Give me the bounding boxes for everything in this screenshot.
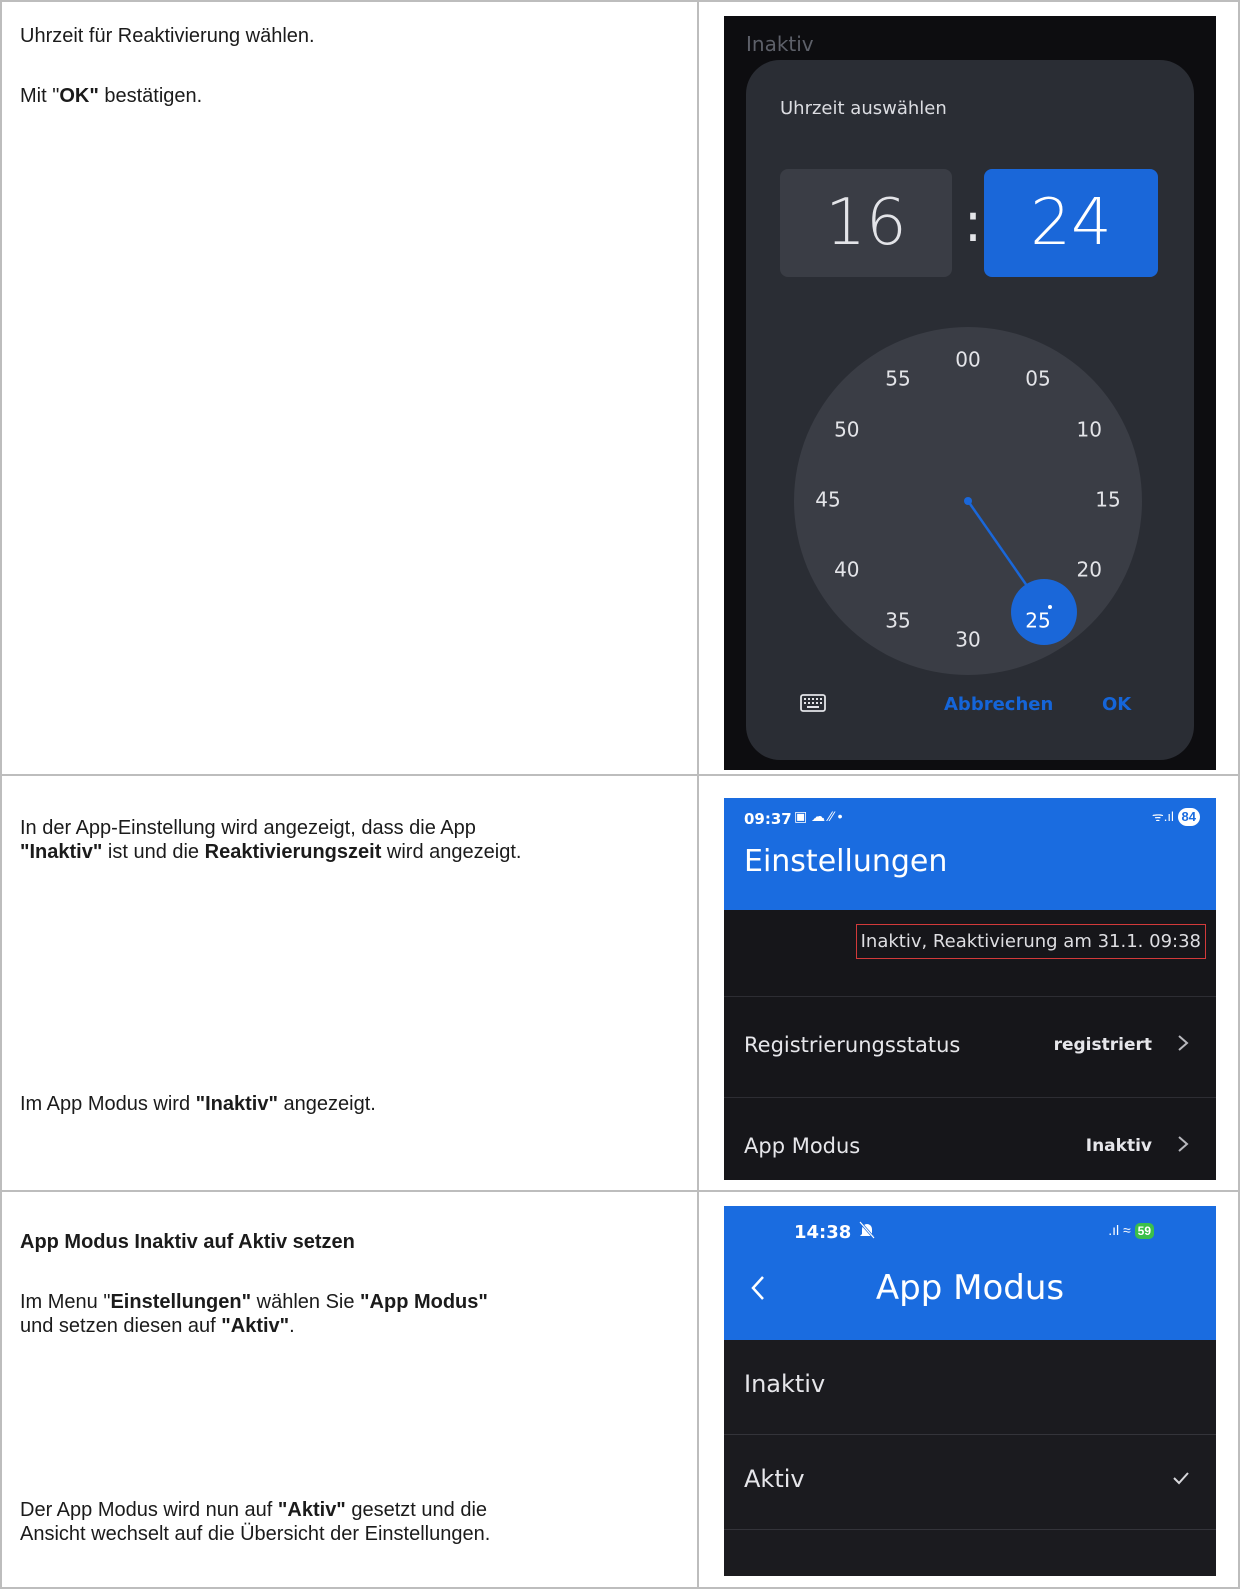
minute-field[interactable]: 24 xyxy=(984,169,1158,277)
clock-label-55[interactable]: 55 xyxy=(885,366,910,390)
option-label: Aktiv xyxy=(744,1465,805,1493)
clock-label-05[interactable]: 05 xyxy=(1025,366,1050,390)
clock-label-35[interactable]: 35 xyxy=(885,609,910,633)
signal-icon: .ıl ≈ xyxy=(1108,1222,1131,1238)
cancel-button[interactable]: Abbrechen xyxy=(944,694,1053,715)
settings-item-value: Inaktiv xyxy=(1085,1136,1152,1156)
table-border xyxy=(0,774,1240,776)
instruction-text: In der App-Einstellung wird angezeigt, d… xyxy=(20,817,476,839)
battery-badge: 84 xyxy=(1177,808,1200,826)
status-time: 14:38 xyxy=(794,1222,852,1243)
checkmark-icon xyxy=(1173,1472,1189,1485)
instruction-text: Ansicht wechselt auf die Übersicht der E… xyxy=(20,1523,491,1545)
dialog-title: Uhrzeit auswählen xyxy=(780,98,947,119)
status-right: .ıl ≈ 59 xyxy=(1108,1222,1154,1239)
bell-muted-icon xyxy=(859,1221,875,1239)
chevron-right-icon xyxy=(1178,1136,1189,1152)
page-title: App Modus xyxy=(875,1268,1065,1308)
app-header: 14:38 .ıl ≈ 59 App Modus xyxy=(724,1206,1216,1340)
chevron-right-icon xyxy=(1178,1035,1189,1051)
clock-label-45[interactable]: 45 xyxy=(815,488,840,512)
keyboard-icon[interactable] xyxy=(800,694,826,712)
clock-label-30[interactable]: 30 xyxy=(955,628,980,652)
clock-label-00[interactable]: 00 xyxy=(955,348,980,372)
screenshot-time-picker: Inaktiv Uhrzeit auswählen 16 : 24 00 05 10… xyxy=(724,16,1216,770)
option-inaktiv[interactable]: Inaktiv xyxy=(724,1340,1216,1435)
instruction-text: "Inaktiv" ist und die Reaktivierungszeit… xyxy=(20,841,522,863)
settings-item-app-mode[interactable]: App Modus Inaktiv xyxy=(724,1098,1216,1180)
table-border xyxy=(0,0,1240,2)
instruction-text: Im App Modus wird "Inaktiv" angezeigt. xyxy=(20,1093,376,1115)
instruction-text: Mit "OK" bestätigen. xyxy=(20,85,203,107)
instruction-text: Im Menu "Einstellungen" wählen Sie "App … xyxy=(20,1291,488,1313)
settings-item-registration[interactable]: Registrierungsstatus registriert xyxy=(724,997,1216,1098)
selector-dot xyxy=(1048,605,1052,609)
clock-dial[interactable]: 00 05 10 15 20 25 30 35 40 45 50 55 xyxy=(794,327,1142,675)
section-heading: App Modus Inaktiv auf Aktiv setzen xyxy=(20,1231,355,1253)
instruction-text: und setzen diesen auf "Aktiv". xyxy=(20,1315,295,1337)
option-aktiv[interactable]: Aktiv xyxy=(724,1435,1216,1530)
settings-item-label: App Modus xyxy=(744,1134,861,1158)
status-message: Inaktiv, Reaktivierung am 31.1. 09:38 xyxy=(855,924,1206,959)
page-title: Einstellungen xyxy=(744,844,948,879)
clock-center xyxy=(964,497,972,505)
clock-label-25[interactable]: 25 xyxy=(1025,609,1050,633)
status-time: 09:37 xyxy=(744,810,792,828)
time-picker-dialog: Uhrzeit auswählen 16 : 24 00 05 10 15 20 25 30… xyxy=(746,60,1194,760)
clock-label-20[interactable]: 20 xyxy=(1076,558,1101,582)
screenshot-settings: 09:37 ▣ ☁ ⁄⁄ • ᯤ.ıl 84 Einstellungen Ina… xyxy=(724,798,1216,1180)
app-header: 09:37 ▣ ☁ ⁄⁄ • ᯤ.ıl 84 Einstellungen xyxy=(724,798,1216,910)
ok-button[interactable]: OK xyxy=(1102,694,1131,715)
table-border xyxy=(697,0,699,1589)
instruction-text: Der App Modus wird nun auf "Aktiv" geset… xyxy=(20,1499,488,1521)
clock-label-15[interactable]: 15 xyxy=(1095,488,1120,512)
settings-item-value: registriert xyxy=(1053,1035,1152,1055)
hour-field[interactable]: 16 xyxy=(780,169,952,277)
instruction-text: Uhrzeit für Reaktivierung wählen. xyxy=(20,25,315,47)
settings-item-label: Registrierungsstatus xyxy=(744,1033,961,1057)
status-right: ᯤ.ıl 84 xyxy=(1152,807,1200,826)
signal-icon: ᯤ.ıl xyxy=(1151,809,1174,824)
table-border xyxy=(0,1190,1240,1192)
clock-label-10[interactable]: 10 xyxy=(1076,418,1101,442)
status-icons: ▣ ☁ ⁄⁄ • xyxy=(794,808,843,824)
clock-label-50[interactable]: 50 xyxy=(834,418,859,442)
battery-badge: 59 xyxy=(1134,1223,1154,1239)
status-row: Inaktiv, Reaktivierung am 31.1. 09:38 xyxy=(724,910,1216,997)
option-label: Inaktiv xyxy=(744,1370,826,1398)
clock-label-40[interactable]: 40 xyxy=(834,558,859,582)
screenshot-app-mode: 14:38 .ıl ≈ 59 App Modus Inaktiv Aktiv xyxy=(724,1206,1216,1576)
table-border xyxy=(0,0,2,1589)
background-title: Inaktiv xyxy=(746,32,814,56)
